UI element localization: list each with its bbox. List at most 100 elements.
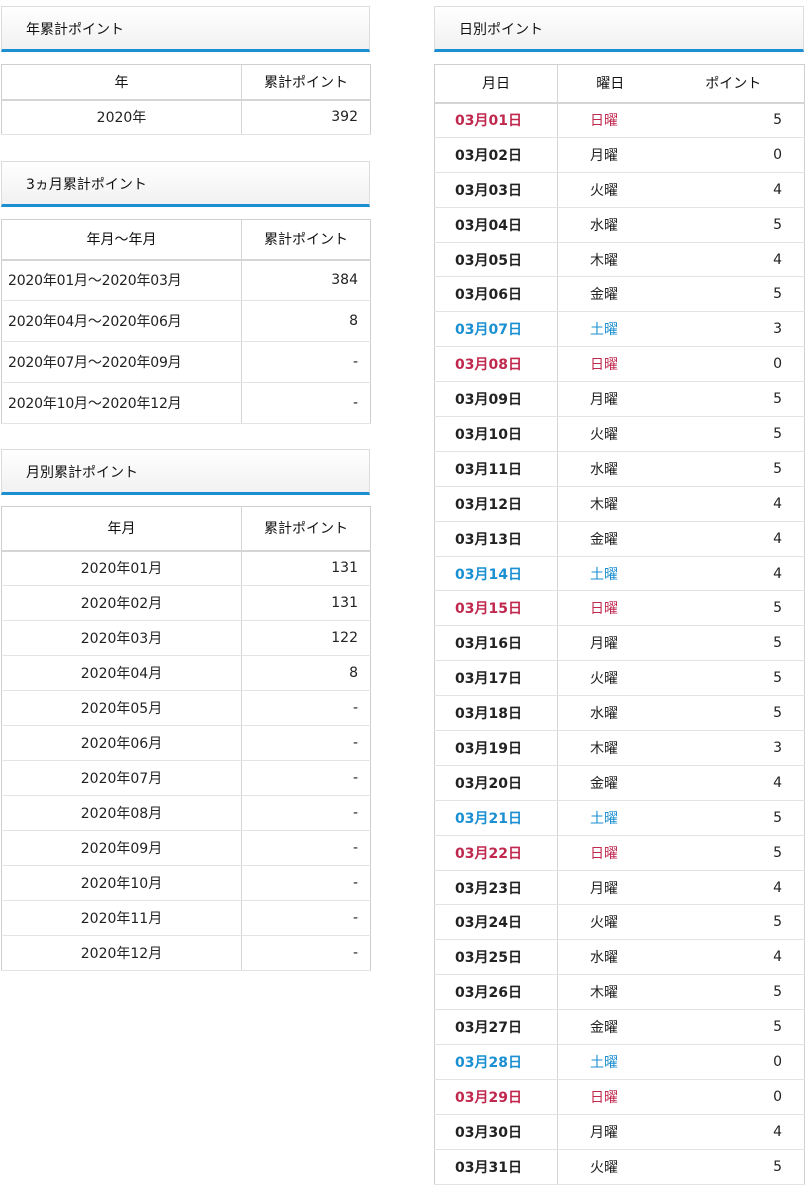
table-row: 03月21日 土曜 5 bbox=[434, 800, 805, 836]
column-header-date: 月日 bbox=[434, 64, 558, 104]
table-row: 03月04日 水曜 5 bbox=[434, 207, 805, 243]
table-header-row: 月日 曜日 ポイント bbox=[434, 64, 805, 104]
date-cell: 03月02日 bbox=[434, 137, 558, 173]
table-header-row: 年 累計ポイント bbox=[1, 64, 371, 101]
points-cell: 5 bbox=[662, 276, 805, 313]
table-row: 03月28日 土曜 0 bbox=[434, 1044, 805, 1080]
points-cell: 5 bbox=[662, 207, 805, 243]
month-cell: 2020年02月 bbox=[1, 585, 242, 621]
points-cell: 3 bbox=[662, 730, 805, 766]
date-cell: 03月28日 bbox=[434, 1044, 558, 1080]
date-cell: 03月20日 bbox=[434, 765, 558, 801]
date-cell: 03月14日 bbox=[434, 556, 558, 592]
date-cell: 03月10日 bbox=[434, 416, 558, 452]
points-cell: 131 bbox=[241, 585, 371, 621]
period-cell: 2020年10月～2020年12月 bbox=[1, 382, 242, 424]
table-row: 03月27日 金曜 5 bbox=[434, 1009, 805, 1046]
quarterly-points-table: 年月～年月 累計ポイント 2020年01月～2020年03月 384 2020年… bbox=[1, 219, 371, 424]
weekday-cell: 木曜 bbox=[557, 730, 663, 766]
table-row: 03月06日 金曜 5 bbox=[434, 276, 805, 313]
points-cell: 5 bbox=[662, 974, 805, 1011]
month-cell: 2020年04月 bbox=[1, 655, 242, 691]
weekday-cell: 水曜 bbox=[557, 939, 663, 976]
table-row: 03月19日 木曜 3 bbox=[434, 730, 805, 766]
points-cell: 3 bbox=[662, 311, 805, 348]
table-header-row: 年月 累計ポイント bbox=[1, 506, 371, 552]
date-cell: 03月31日 bbox=[434, 1149, 558, 1185]
points-cell: - bbox=[241, 760, 371, 796]
weekday-cell: 木曜 bbox=[557, 242, 663, 278]
date-cell: 03月26日 bbox=[434, 974, 558, 1011]
yearly-points-title: 年累計ポイント bbox=[1, 6, 370, 52]
date-cell: 03月05日 bbox=[434, 242, 558, 278]
points-cell: 0 bbox=[662, 1079, 805, 1115]
date-cell: 03月30日 bbox=[434, 1114, 558, 1150]
points-cell: - bbox=[241, 830, 371, 866]
weekday-cell: 水曜 bbox=[557, 207, 663, 243]
table-row: 03月23日 月曜 4 bbox=[434, 870, 805, 906]
quarterly-points-title: 3ヵ月累計ポイント bbox=[1, 161, 370, 207]
period-cell: 2020年01月～2020年03月 bbox=[1, 259, 242, 301]
date-cell: 03月06日 bbox=[434, 276, 558, 313]
date-cell: 03月16日 bbox=[434, 625, 558, 662]
date-cell: 03月12日 bbox=[434, 486, 558, 522]
table-row: 03月12日 木曜 4 bbox=[434, 486, 805, 522]
monthly-points-title: 月別累計ポイント bbox=[1, 449, 370, 495]
points-cell: 0 bbox=[662, 1044, 805, 1080]
table-row: 03月25日 水曜 4 bbox=[434, 939, 805, 976]
date-cell: 03月08日 bbox=[434, 346, 558, 383]
weekday-cell: 火曜 bbox=[557, 904, 663, 941]
points-cell: 4 bbox=[662, 1114, 805, 1150]
month-cell: 2020年07月 bbox=[1, 760, 242, 796]
date-cell: 03月15日 bbox=[434, 590, 558, 627]
table-row: 2020年01月 131 bbox=[1, 550, 371, 586]
month-cell: 2020年08月 bbox=[1, 795, 242, 831]
points-cell: 5 bbox=[662, 451, 805, 487]
table-row: 2020年01月～2020年03月 384 bbox=[1, 259, 371, 301]
weekday-cell: 金曜 bbox=[557, 1009, 663, 1046]
table-row: 03月29日 日曜 0 bbox=[434, 1079, 805, 1115]
date-cell: 03月11日 bbox=[434, 451, 558, 487]
month-cell: 2020年06月 bbox=[1, 725, 242, 761]
date-cell: 03月07日 bbox=[434, 311, 558, 348]
weekday-cell: 火曜 bbox=[557, 660, 663, 697]
weekday-cell: 日曜 bbox=[557, 1079, 663, 1115]
points-cell: 5 bbox=[662, 416, 805, 452]
table-row: 03月07日 土曜 3 bbox=[434, 311, 805, 348]
table-row: 2020年05月 - bbox=[1, 690, 371, 726]
date-cell: 03月18日 bbox=[434, 695, 558, 732]
table-row: 03月26日 木曜 5 bbox=[434, 974, 805, 1011]
points-cell: 8 bbox=[241, 655, 371, 691]
table-row: 2020年03月 122 bbox=[1, 620, 371, 656]
table-row: 2020年02月 131 bbox=[1, 585, 371, 621]
table-row: 2020年11月 - bbox=[1, 900, 371, 936]
weekday-cell: 金曜 bbox=[557, 276, 663, 313]
table-row: 2020年12月 - bbox=[1, 935, 371, 971]
points-cell: 5 bbox=[662, 660, 805, 697]
weekday-cell: 日曜 bbox=[557, 102, 663, 138]
weekday-cell: 火曜 bbox=[557, 416, 663, 452]
month-cell: 2020年12月 bbox=[1, 935, 242, 971]
table-row: 2020年08月 - bbox=[1, 795, 371, 831]
points-cell: - bbox=[241, 900, 371, 936]
table-row: 03月05日 木曜 4 bbox=[434, 242, 805, 278]
table-row: 03月02日 月曜 0 bbox=[434, 137, 805, 173]
weekday-cell: 土曜 bbox=[557, 556, 663, 592]
month-cell: 2020年03月 bbox=[1, 620, 242, 656]
points-cell: 4 bbox=[662, 242, 805, 278]
month-cell: 2020年11月 bbox=[1, 900, 242, 936]
weekday-cell: 月曜 bbox=[557, 137, 663, 173]
weekday-cell: 月曜 bbox=[557, 870, 663, 906]
column-header-points: ポイント bbox=[662, 64, 805, 104]
points-cell: 4 bbox=[662, 870, 805, 906]
date-cell: 03月19日 bbox=[434, 730, 558, 766]
table-row: 2020年04月 8 bbox=[1, 655, 371, 691]
points-cell: 131 bbox=[241, 550, 371, 586]
table-row: 03月22日 日曜 5 bbox=[434, 835, 805, 871]
points-cell: 5 bbox=[662, 1009, 805, 1046]
date-cell: 03月13日 bbox=[434, 521, 558, 557]
weekday-cell: 日曜 bbox=[557, 346, 663, 383]
column-header-points: 累計ポイント bbox=[241, 219, 371, 261]
table-row: 03月14日 土曜 4 bbox=[434, 556, 805, 592]
table-row: 03月20日 金曜 4 bbox=[434, 765, 805, 801]
